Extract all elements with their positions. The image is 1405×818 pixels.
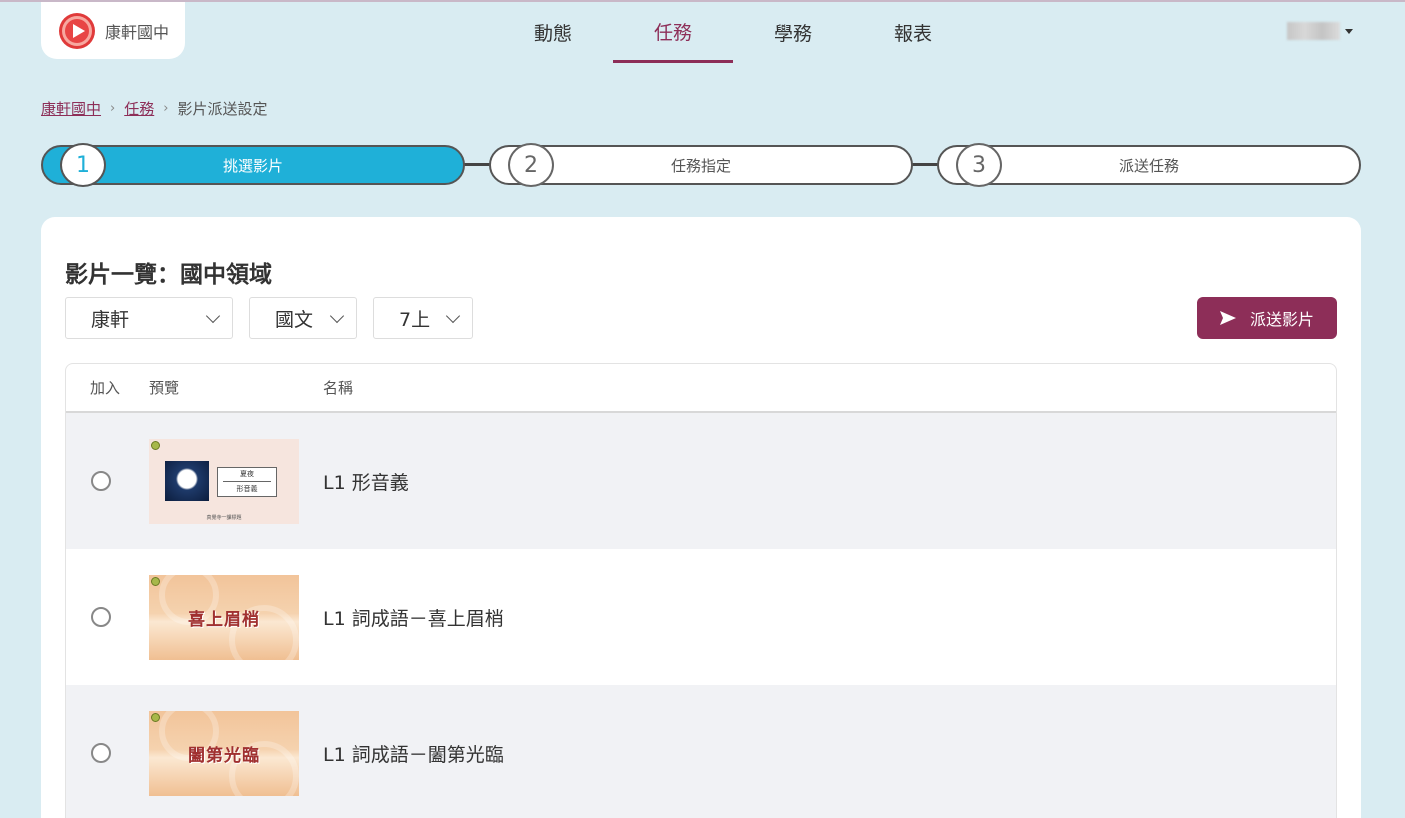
grade-select[interactable]: 7上 xyxy=(373,297,473,339)
send-button-label: 派送影片 xyxy=(1249,310,1314,329)
chevron-down-icon xyxy=(329,308,345,324)
breadcrumb-separator: › xyxy=(163,101,169,116)
user-name-redacted xyxy=(1287,22,1340,40)
caret-down-icon xyxy=(1345,28,1353,34)
send-video-button[interactable]: 派送影片 xyxy=(1197,297,1337,339)
step-connector xyxy=(462,163,492,166)
thumbnail-title-box: 夏夜 形音義 xyxy=(217,466,277,497)
step-label: 派送任務 xyxy=(1118,156,1179,175)
nav-item-academic-affairs[interactable]: 學務 xyxy=(733,2,853,63)
nav-item-dynamics[interactable]: 動態 xyxy=(493,2,613,63)
step-number: 1 xyxy=(60,143,106,187)
select-value: 7上 xyxy=(399,308,431,331)
select-value: 國文 xyxy=(275,308,314,331)
radio-cell xyxy=(66,471,149,491)
preview-cell: 喜上眉梢 xyxy=(149,574,323,660)
table-row[interactable]: 夏夜 形音義 真覺寺一課標題 L1 形音義 xyxy=(66,413,1336,549)
table-header: 加入 預覽 名稱 xyxy=(66,364,1336,413)
page-title: 影片一覽：國中領域 xyxy=(65,262,272,288)
user-menu[interactable] xyxy=(1287,22,1353,40)
step-number: 3 xyxy=(956,143,1002,187)
thumbnail-footer: 真覺寺一課標題 xyxy=(206,514,242,521)
nav-item-tasks[interactable]: 任務 xyxy=(613,2,733,63)
column-header-name: 名稱 xyxy=(323,379,354,397)
thumbnail-text: 闔第光臨 xyxy=(188,745,260,766)
send-arrow-icon xyxy=(1219,311,1236,325)
video-thumbnail[interactable]: 夏夜 形音義 真覺寺一課標題 xyxy=(149,438,299,524)
step-number: 2 xyxy=(508,143,554,187)
select-value: 康軒 xyxy=(91,308,130,331)
breadcrumb-current: 影片派送設定 xyxy=(177,100,268,118)
moon-night-image xyxy=(165,460,209,501)
column-header-add: 加入 xyxy=(90,379,121,397)
video-list-card: 影片一覽：國中領域 康軒 國文 7上 派送影片 加入 預覽 名稱 夏夜 形音義 … xyxy=(41,217,1361,818)
chevron-down-icon xyxy=(445,308,461,324)
thumbnail-line1: 夏夜 xyxy=(240,470,254,478)
breadcrumb: 康軒國中 › 任務 › 影片派送設定 xyxy=(41,98,267,119)
step-label: 挑選影片 xyxy=(222,156,283,175)
thumbnail-badge-icon xyxy=(151,440,160,450)
add-radio-button[interactable] xyxy=(90,607,111,627)
column-header-preview: 預覽 xyxy=(149,379,180,397)
video-name: L1 詞成語－闔第光臨 xyxy=(323,743,504,766)
play-logo-icon xyxy=(59,12,95,49)
radio-cell xyxy=(66,607,149,627)
main-nav: 動態 任務 學務 報表 xyxy=(493,2,973,63)
add-radio-button[interactable] xyxy=(90,471,111,491)
add-radio-button[interactable] xyxy=(90,743,111,763)
publisher-select[interactable]: 康軒 xyxy=(65,297,233,339)
breadcrumb-separator: › xyxy=(110,101,116,116)
chevron-down-icon xyxy=(205,308,221,324)
thumbnail-badge-icon xyxy=(151,576,160,586)
step-label: 任務指定 xyxy=(670,156,731,175)
breadcrumb-tasks[interactable]: 任務 xyxy=(124,98,154,119)
video-table: 加入 預覽 名稱 夏夜 形音義 真覺寺一課標題 L1 形音義 喜上眉梢 L1 詞… xyxy=(65,363,1337,818)
video-name: L1 詞成語－喜上眉梢 xyxy=(323,607,504,630)
preview-cell: 闔第光臨 xyxy=(149,710,323,796)
subject-select[interactable]: 國文 xyxy=(249,297,357,339)
video-thumbnail[interactable]: 闔第光臨 xyxy=(149,710,299,796)
thumbnail-rule xyxy=(223,481,271,482)
logo-text: 康軒國中 xyxy=(105,22,170,42)
thumbnail-line2: 形音義 xyxy=(236,485,258,493)
school-logo[interactable]: 康軒國中 xyxy=(41,2,185,59)
breadcrumb-home[interactable]: 康軒國中 xyxy=(41,98,101,119)
thumbnail-text: 喜上眉梢 xyxy=(188,609,260,630)
preview-cell: 夏夜 形音義 真覺寺一課標題 xyxy=(149,438,323,524)
table-row[interactable]: 喜上眉梢 L1 詞成語－喜上眉梢 xyxy=(66,549,1336,685)
thumbnail-badge-icon xyxy=(151,712,160,722)
nav-item-reports[interactable]: 報表 xyxy=(853,2,973,63)
step-progress: 挑選影片 1 任務指定 2 派送任務 3 xyxy=(0,143,1405,187)
step-connector xyxy=(910,163,940,166)
radio-cell xyxy=(66,743,149,763)
table-row[interactable]: 闔第光臨 L1 詞成語－闔第光臨 xyxy=(66,685,1336,818)
video-name: L1 形音義 xyxy=(323,471,409,494)
video-thumbnail[interactable]: 喜上眉梢 xyxy=(149,574,299,660)
